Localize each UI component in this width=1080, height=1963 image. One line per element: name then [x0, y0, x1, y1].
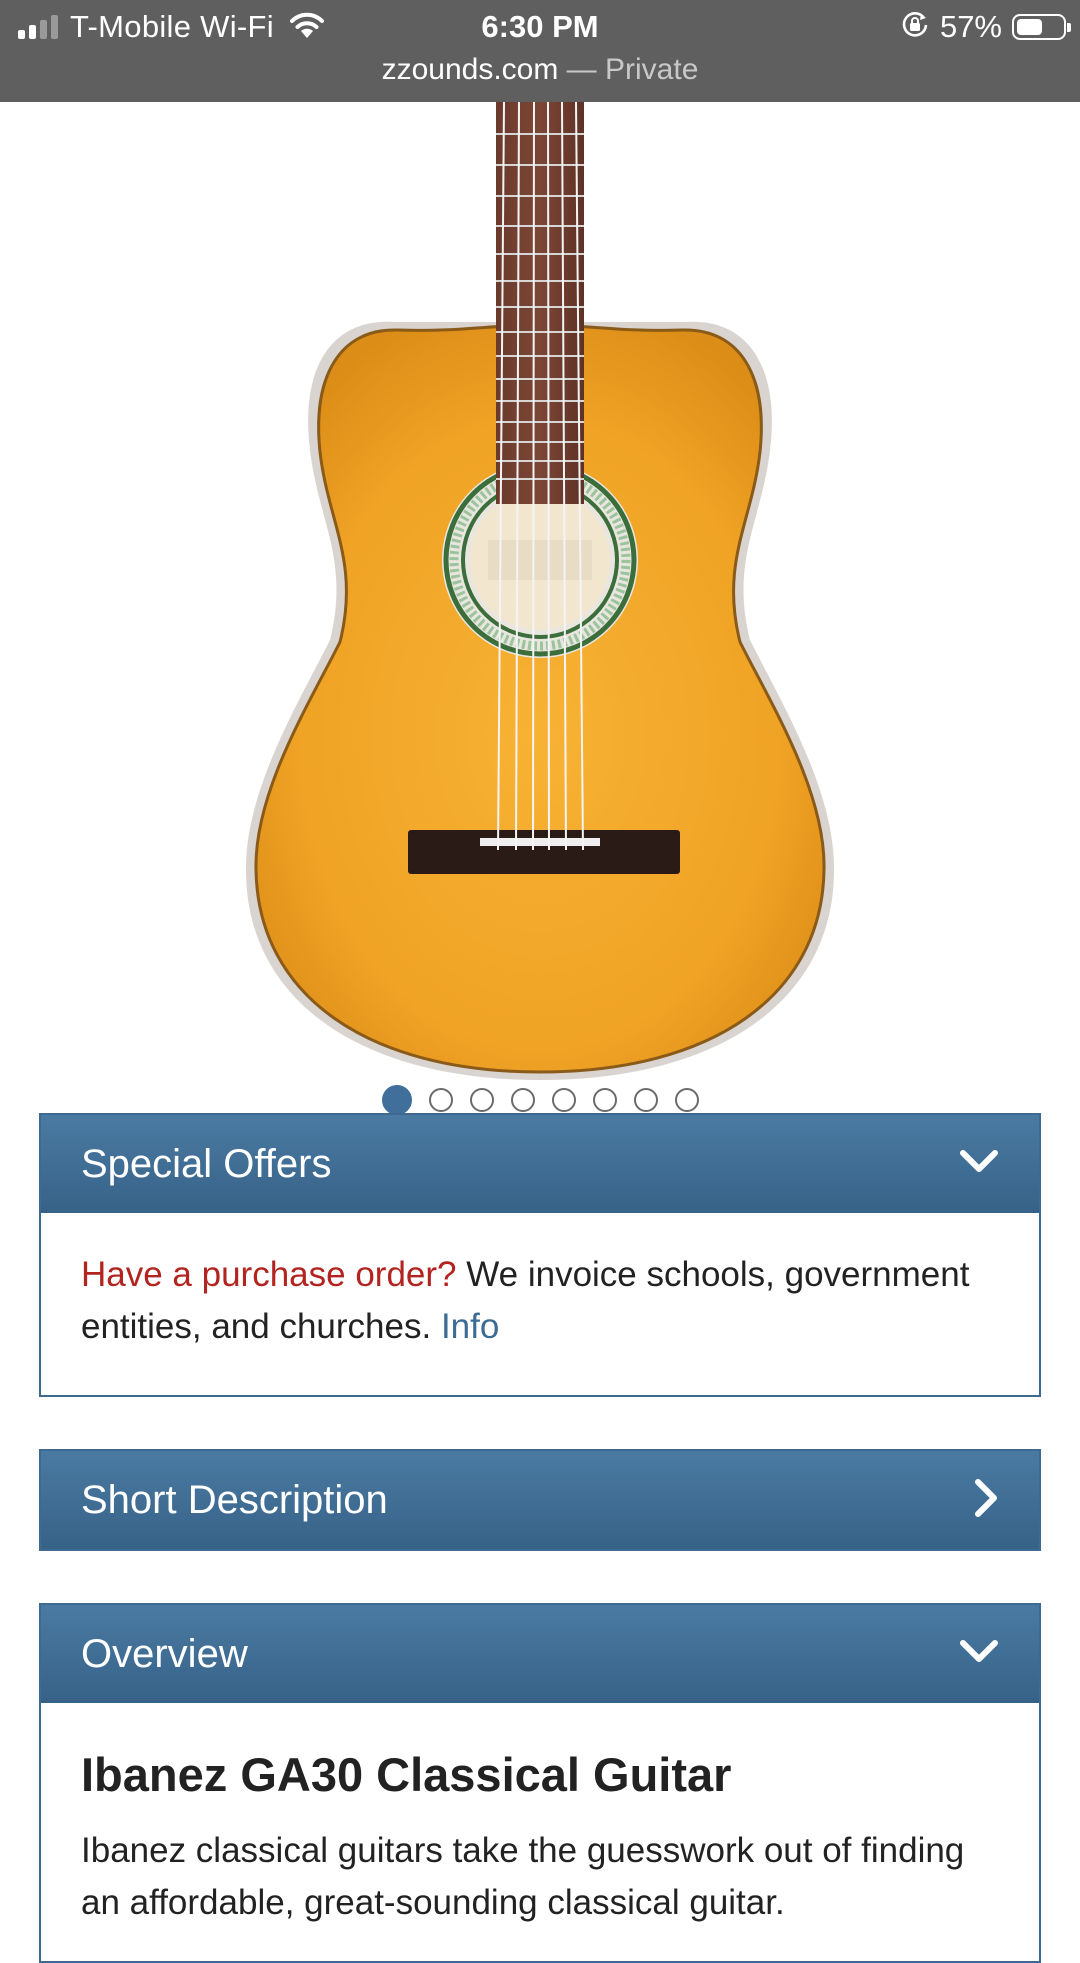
carousel-dot[interactable] — [428, 1088, 453, 1112]
private-mode-label: Private — [605, 53, 699, 86]
special-offers-header[interactable]: Special Offers — [41, 1115, 1039, 1213]
short-description-panel: Short Description — [39, 1449, 1041, 1551]
purchase-order-link[interactable]: Have a purchase order? — [81, 1255, 457, 1294]
overview-body: Ibanez GA30 Classical Guitar Ibanez clas… — [41, 1747, 1039, 1929]
carousel-dot[interactable] — [551, 1088, 576, 1112]
special-offers-panel: Special Offers Have a purchase order? We… — [39, 1113, 1041, 1397]
product-heading: Ibanez GA30 Classical Guitar — [81, 1748, 732, 1801]
overview-header[interactable]: Overview — [41, 1605, 1039, 1703]
status-bar: T-Mobile Wi-Fi 6:30 PM 57% zzounds.com —… — [0, 0, 1080, 102]
carousel-dot[interactable] — [674, 1088, 699, 1112]
carousel-dot[interactable] — [381, 1085, 412, 1115]
orientation-lock-icon — [900, 10, 930, 45]
carousel-dot[interactable] — [469, 1088, 494, 1112]
guitar-image — [245, 101, 835, 1080]
status-right: 57% — [900, 6, 1071, 48]
special-offers-body: Have a purchase order? We invoice school… — [41, 1213, 1039, 1353]
short-description-header[interactable]: Short Description — [41, 1451, 1039, 1549]
url-separator: — — [558, 53, 606, 86]
chevron-right-icon — [973, 1478, 999, 1523]
short-description-title: Short Description — [81, 1477, 388, 1522]
battery-icon — [1012, 14, 1071, 40]
product-image-carousel[interactable] — [0, 101, 1080, 1115]
url-domain: zzounds.com — [381, 53, 559, 86]
carousel-dot[interactable] — [510, 1088, 535, 1112]
chevron-down-icon — [959, 1149, 999, 1180]
address-bar[interactable]: zzounds.com — Private — [0, 50, 1080, 90]
battery-percent: 57% — [939, 9, 1002, 44]
overview-title: Overview — [81, 1631, 248, 1676]
overview-panel: Overview Ibanez GA30 Classical Guitar Ib… — [39, 1603, 1041, 1963]
info-link[interactable]: Info — [441, 1307, 499, 1346]
product-description: Ibanez classical guitars take the guessw… — [81, 1831, 965, 1922]
special-offers-title: Special Offers — [81, 1141, 332, 1186]
chevron-down-icon — [959, 1639, 999, 1670]
carousel-dot[interactable] — [592, 1088, 617, 1112]
carousel-dot[interactable] — [633, 1088, 658, 1112]
